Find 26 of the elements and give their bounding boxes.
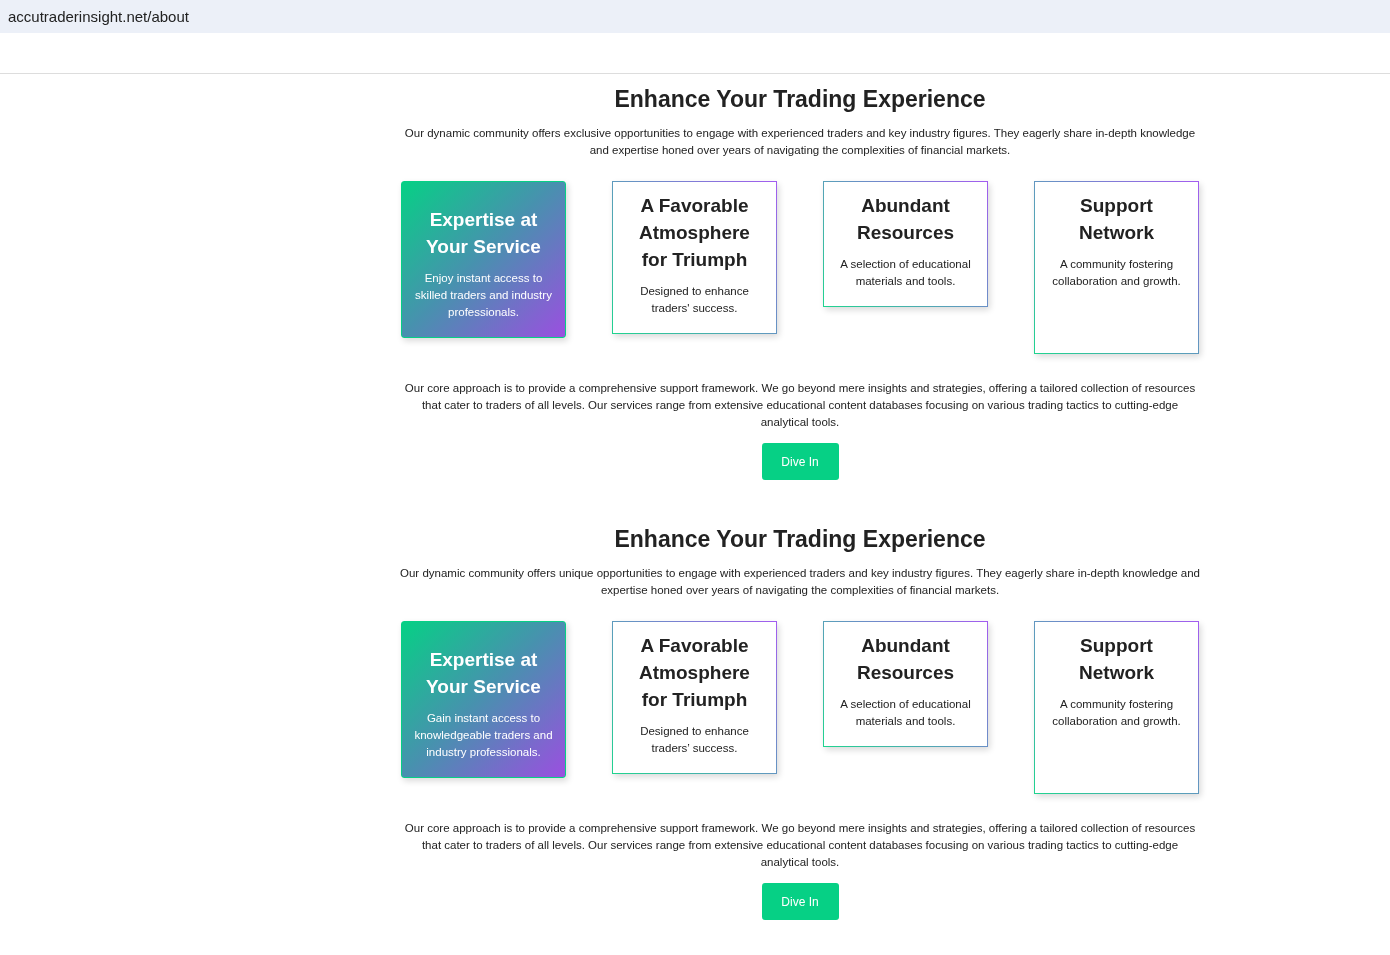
card-text: A selection of educational materials and tools.	[839, 257, 972, 289]
url-text: accutraderinsight.net/about	[8, 8, 189, 25]
card-title: Expertise at Your Service	[425, 208, 542, 259]
intro-paragraph: Our dynamic community offers exclusive opportunities to engage with experienced traders and key industry figures. They eagerly share in-depth knowledge and expertise honed over years of navigating the complexities of financial markets.	[403, 126, 1197, 158]
card-text: Gain instant access to knowledgeable traders and industry professionals.	[414, 711, 553, 760]
card-title: A Favorable Atmosphere for Triumph	[638, 634, 751, 712]
card-title: Abundant Resources	[855, 194, 956, 245]
section-heading: Enhance Your Trading Experience	[614, 86, 986, 113]
body-paragraph: Our core approach is to provide a comprehensive support framework. We go beyond mere insights and strategies, offering a tailored collection of resources that cater to traders of all levels. Our services range from extensive educational content databases focusing on various trading tactics to cutting-edge analytical tools.	[403, 821, 1197, 870]
address-bar[interactable]: accutraderinsight.net/about	[0, 0, 1390, 33]
dive-in-button[interactable]: Dive In	[761, 883, 839, 920]
card-title: Abundant Resources	[855, 634, 956, 685]
card-title: A Favorable Atmosphere for Triumph	[638, 194, 751, 272]
card-text: Designed to enhance traders’ success.	[639, 724, 750, 756]
section-heading: Enhance Your Trading Experience	[614, 526, 986, 553]
card-text: Enjoy instant access to skilled traders and industry professionals.	[414, 271, 553, 320]
dive-in-button[interactable]: Dive In	[761, 443, 839, 480]
card-title: Support Network	[1078, 634, 1155, 685]
card-text: A community fostering collaboration and growth.	[1051, 257, 1182, 289]
card-title: Support Network	[1078, 194, 1155, 245]
card-text: Designed to enhance traders' success.	[639, 284, 750, 316]
card-title: Expertise at Your Service	[425, 648, 542, 699]
card-text: A selection of educational materials and tools.	[839, 697, 972, 729]
body-paragraph: Our core approach is to provide a comprehensive support framework. We go beyond mere insights and strategies, offering a tailored collection of resources that cater to traders of all levels. Our services range from extensive educational content databases focusing on various trading tactics to cutting-edge analytical tools.	[403, 381, 1197, 430]
card-text: A community fostering collaboration and growth.	[1051, 697, 1182, 729]
intro-paragraph: Our dynamic community offers unique opportunities to engage with experienced traders and key industry figures. They eagerly share in-depth knowledge and expertise honed over years of navigating the complexities of financial markets.	[400, 566, 1200, 598]
